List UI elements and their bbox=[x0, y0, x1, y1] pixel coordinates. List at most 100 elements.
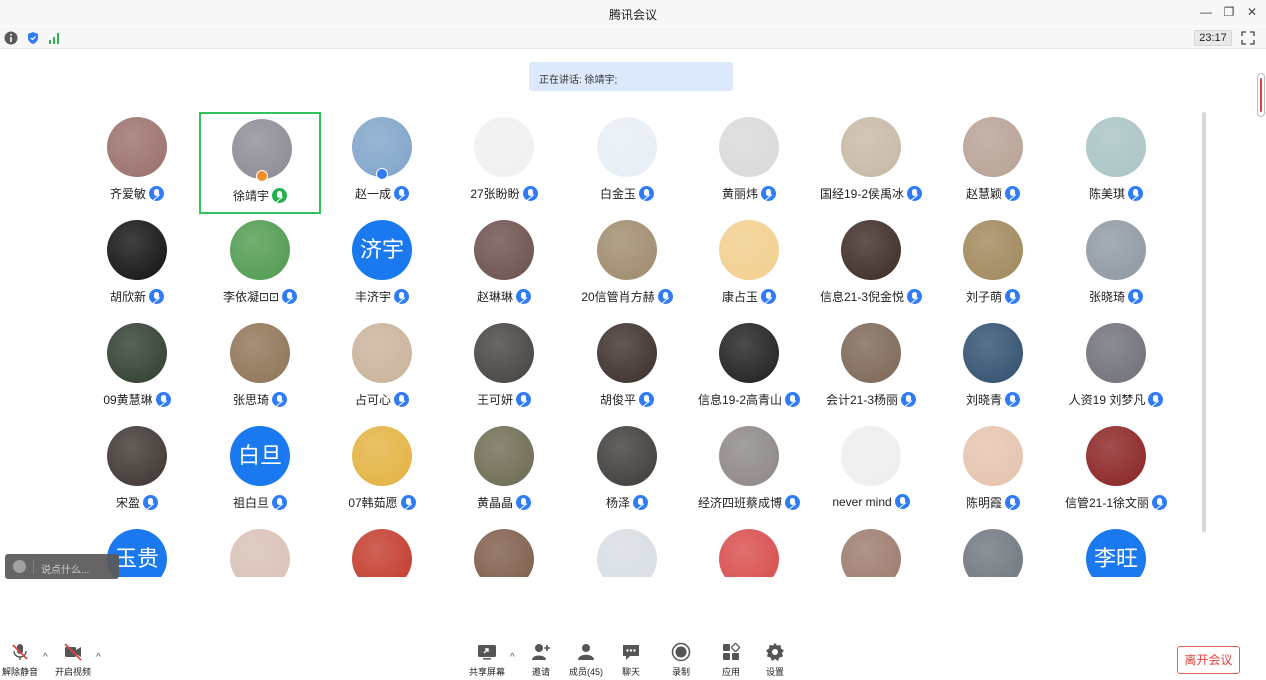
host-badge-icon bbox=[256, 170, 268, 182]
participant-tile[interactable]: 国经19-2侯禹冰 bbox=[810, 112, 932, 214]
participant-tile[interactable]: 27张盼盼 bbox=[443, 112, 565, 214]
leave-meeting-button[interactable]: 离开会议 bbox=[1177, 646, 1240, 674]
info-icon[interactable] bbox=[4, 31, 18, 45]
participant-tile[interactable]: 张晓琦 bbox=[1055, 215, 1177, 317]
chat-divider bbox=[33, 559, 34, 574]
muted-mic-icon bbox=[785, 495, 800, 510]
avatar bbox=[841, 220, 901, 280]
participant-tile[interactable]: 胡俊平 bbox=[566, 318, 688, 420]
participant-tile[interactable]: 李旺 bbox=[1055, 524, 1177, 577]
muted-mic-icon bbox=[1148, 392, 1164, 407]
avatar bbox=[352, 529, 412, 577]
participant-tile[interactable] bbox=[199, 524, 321, 577]
avatar bbox=[719, 529, 779, 577]
participant-name-text: 祖白旦 bbox=[232, 496, 269, 510]
grid-scrollbar-thumb[interactable] bbox=[1202, 112, 1206, 532]
participant-name-text: 齐爱敏 bbox=[109, 187, 146, 201]
participant-tile[interactable]: 白金玉 bbox=[566, 112, 688, 214]
avatar bbox=[1086, 220, 1146, 280]
avatar bbox=[230, 220, 290, 280]
chat-input[interactable]: 说点什么... bbox=[5, 554, 119, 579]
participant-tile[interactable]: 陈美琪 bbox=[1055, 112, 1177, 214]
participant-tile[interactable] bbox=[443, 524, 565, 577]
participant-name: 信管21-1徐文丽 bbox=[1055, 494, 1177, 511]
record-button[interactable]: 录制 bbox=[666, 636, 696, 680]
restore-button[interactable]: ❐ bbox=[1221, 4, 1237, 20]
participant-tile[interactable]: 20信管肖方赫 bbox=[566, 215, 688, 317]
share-options-caret[interactable]: ^ bbox=[510, 652, 515, 663]
settings-button[interactable]: 设置 bbox=[760, 636, 790, 680]
signal-icon[interactable] bbox=[47, 31, 61, 45]
participant-tile[interactable] bbox=[688, 524, 810, 577]
participant-tile[interactable] bbox=[932, 524, 1054, 577]
participant-tile[interactable]: 白旦 祖白旦 bbox=[199, 421, 321, 523]
start-video-button[interactable]: 开启视频 bbox=[53, 636, 93, 680]
chat-button[interactable]: 聊天 bbox=[616, 636, 646, 680]
participant-tile[interactable]: 09黄慧琳 bbox=[76, 318, 198, 420]
shield-icon[interactable] bbox=[26, 31, 40, 45]
apps-button[interactable]: 应用 bbox=[716, 636, 746, 680]
participant-tile[interactable]: 赵一成 bbox=[321, 112, 443, 214]
participant-tile[interactable]: 王可妍 bbox=[443, 318, 565, 420]
participant-tile[interactable]: 黄丽炜 bbox=[688, 112, 810, 214]
video-options-caret[interactable]: ^ bbox=[96, 652, 101, 663]
participant-tile[interactable]: 刘子萌 bbox=[932, 215, 1054, 317]
participant-name: 宋盈 bbox=[76, 494, 198, 511]
fullscreen-icon[interactable] bbox=[1240, 30, 1256, 46]
participant-tile[interactable] bbox=[810, 524, 932, 577]
muted-mic-icon bbox=[394, 289, 409, 304]
invite-button[interactable]: 邀请 bbox=[524, 636, 558, 680]
participant-tile[interactable]: 信息19-2高青山 bbox=[688, 318, 810, 420]
emoji-icon[interactable] bbox=[13, 560, 26, 573]
close-button[interactable]: ✕ bbox=[1244, 4, 1260, 20]
participant-tile[interactable]: 张思琦 bbox=[199, 318, 321, 420]
participant-tile[interactable] bbox=[566, 524, 688, 577]
participant-name-text: 刘晓青 bbox=[965, 393, 1002, 407]
participant-tile[interactable]: 经济四班蔡成博 bbox=[688, 421, 810, 523]
participant-name: 李依凝⊡⊡ bbox=[199, 288, 321, 305]
participant-name: 会计21-3杨丽 bbox=[810, 391, 932, 408]
muted-mic-icon bbox=[657, 289, 673, 304]
audio-options-caret[interactable]: ^ bbox=[43, 652, 48, 663]
share-screen-button[interactable]: 共享屏幕 bbox=[466, 636, 508, 680]
participant-tile[interactable]: 会计21-3杨丽 bbox=[810, 318, 932, 420]
participant-name-text: 胡欣新 bbox=[109, 290, 146, 304]
participant-tile[interactable]: 李依凝⊡⊡ bbox=[199, 215, 321, 317]
participant-tile[interactable]: 杨泽 bbox=[566, 421, 688, 523]
participant-tile[interactable]: 康占玉 bbox=[688, 215, 810, 317]
participant-tile[interactable]: 陈明霞 bbox=[932, 421, 1054, 523]
participant-grid: 齐爱敏 徐靖宇 赵一成 27张盼盼 白金玉 黄丽炜 国经19-2侯禹冰 赵慧颖 陈美琪胡欣新 李依… bbox=[0, 110, 1266, 577]
participant-tile[interactable]: 济宇 丰济宇 bbox=[321, 215, 443, 317]
participant-tile[interactable]: 徐靖宇 bbox=[199, 112, 321, 214]
participant-tile[interactable]: 刘晓青 bbox=[932, 318, 1054, 420]
participant-tile[interactable]: 信管21-1徐文丽 bbox=[1055, 421, 1177, 523]
speaking-banner: 正在讲话: 徐靖宇; bbox=[529, 62, 733, 91]
avatar bbox=[597, 426, 657, 486]
info-bar: 23:17 bbox=[0, 27, 1266, 49]
participant-tile[interactable]: 黄晶晶 bbox=[443, 421, 565, 523]
participant-name-text: 赵一成 bbox=[354, 187, 391, 201]
muted-mic-icon bbox=[1128, 186, 1143, 201]
participant-tile[interactable]: 占可心 bbox=[321, 318, 443, 420]
participant-tile[interactable]: 07韩茹愿 bbox=[321, 421, 443, 523]
muted-mic-icon bbox=[639, 392, 654, 407]
muted-mic-icon bbox=[907, 289, 923, 304]
muted-mic-icon bbox=[149, 186, 164, 201]
participant-name: 信息21-3倪金悦 bbox=[810, 288, 932, 305]
participant-tile[interactable]: 赵慧颖 bbox=[932, 112, 1054, 214]
muted-mic-icon bbox=[155, 392, 171, 407]
participant-name-text: 黄晶晶 bbox=[476, 496, 513, 510]
participant-name-text: 占可心 bbox=[354, 393, 391, 407]
participant-tile[interactable]: 宋盈 bbox=[76, 421, 198, 523]
participant-tile[interactable]: 人资19 刘梦凡 bbox=[1055, 318, 1177, 420]
participant-tile[interactable]: 赵琳琳 bbox=[443, 215, 565, 317]
participant-tile[interactable] bbox=[321, 524, 443, 577]
participant-tile[interactable]: 齐爱敏 bbox=[76, 112, 198, 214]
page-scrollbar[interactable] bbox=[1257, 73, 1265, 117]
participant-tile[interactable]: never mind bbox=[810, 421, 932, 523]
unmute-button[interactable]: 解除静音 bbox=[0, 636, 40, 680]
members-button[interactable]: 成员(45) bbox=[566, 636, 606, 680]
participant-tile[interactable]: 信息21-3倪金悦 bbox=[810, 215, 932, 317]
participant-tile[interactable]: 胡欣新 bbox=[76, 215, 198, 317]
minimize-button[interactable]: — bbox=[1198, 4, 1214, 20]
